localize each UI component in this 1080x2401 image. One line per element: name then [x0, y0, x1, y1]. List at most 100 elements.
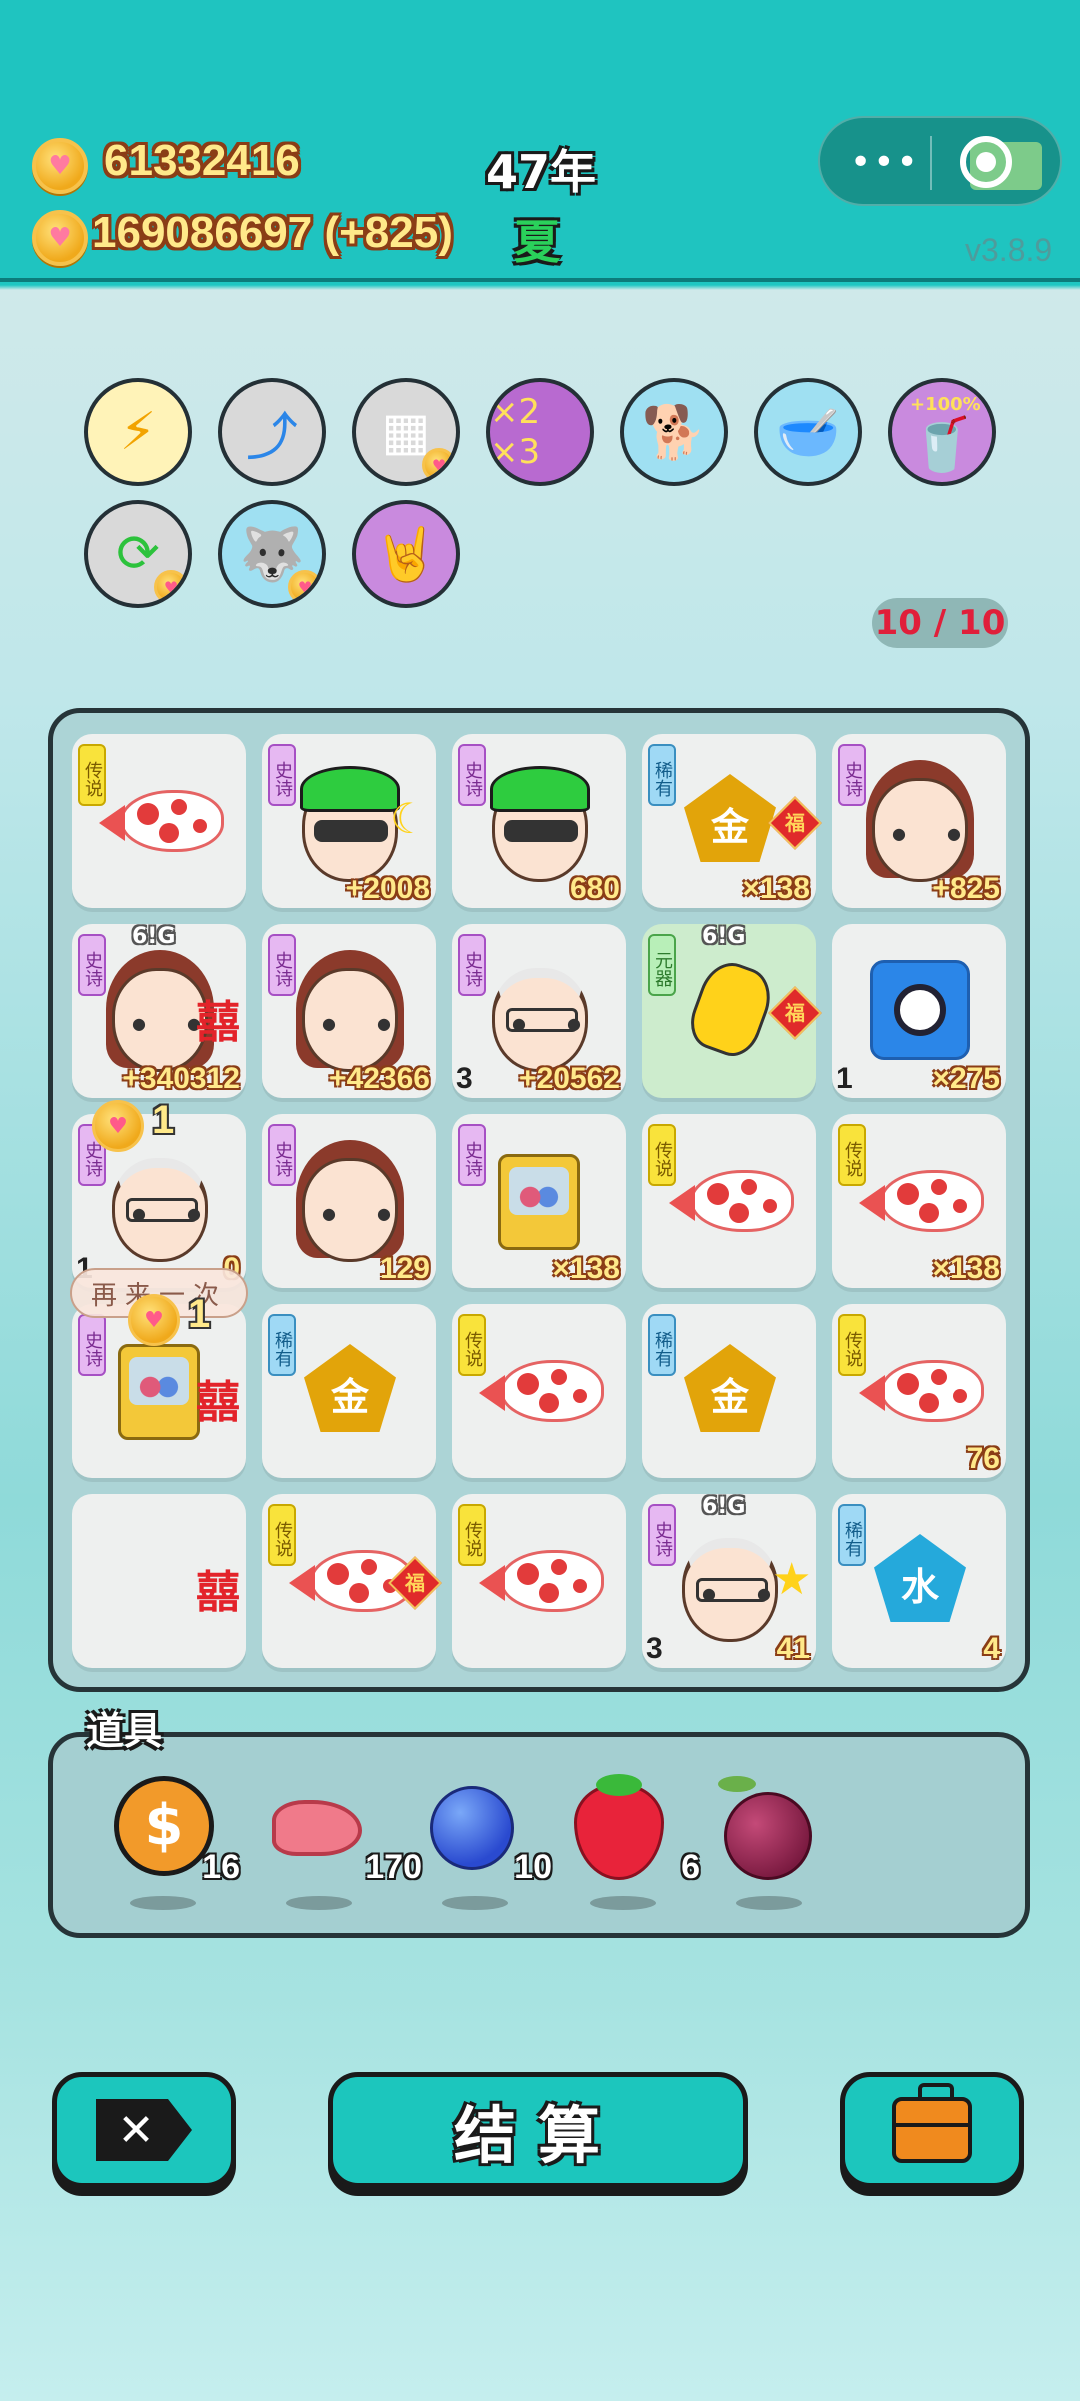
milk-tea-icon: 🥤	[909, 414, 975, 475]
skills-counter: 10 / 10	[872, 598, 1008, 648]
coins-total: 61332416	[104, 136, 300, 185]
grid-cell[interactable]: 传说	[642, 1114, 816, 1288]
cell-value: +340312	[122, 1062, 240, 1095]
six-g-badge: 6!G	[132, 924, 176, 949]
cell-value: +825	[932, 872, 1000, 905]
close-target-icon[interactable]	[960, 136, 1012, 188]
six-g-badge: 6!G	[702, 1494, 746, 1519]
tool-liver[interactable]: 170	[262, 1770, 422, 1910]
milk-tea-skill[interactable]: +100% 🥤	[888, 378, 996, 486]
heart-badge-icon: ♥	[422, 448, 456, 482]
dogfood-skill[interactable]: 🥣	[754, 378, 862, 486]
gacha-machine-icon	[498, 1154, 580, 1250]
fish-spot	[707, 1183, 729, 1205]
upgrade-skill[interactable]: ⤴	[218, 378, 326, 486]
xi-badge: 囍	[196, 1377, 240, 1428]
strawberry-icon	[574, 1784, 664, 1880]
settle-button[interactable]: 结算	[328, 2072, 748, 2188]
cell-value: 76	[966, 1442, 1000, 1475]
gacha-glass	[129, 1357, 189, 1405]
coin-badge-icon: ♥	[128, 1294, 180, 1346]
lightning-skill[interactable]: ⚡	[84, 378, 192, 486]
xi-badge: 囍	[196, 1567, 240, 1618]
fish-spot	[729, 1203, 749, 1223]
rarity-tag: 史诗	[458, 1124, 486, 1186]
heart-badge-icon: ♥	[154, 570, 188, 604]
fu-text: 福	[405, 1571, 425, 1595]
grid-cell[interactable]: 史诗 ×138	[452, 1114, 626, 1288]
tool-shadow	[286, 1896, 352, 1910]
lightning-icon: ⚡	[119, 402, 157, 462]
capsule-divider	[930, 136, 932, 190]
fish-spot	[897, 1183, 919, 1205]
rock-hand-icon: 🤘	[373, 524, 439, 585]
season-label: 夏	[514, 215, 560, 269]
coin-badge-count: 1	[188, 1292, 211, 1336]
liver-icon	[272, 1800, 362, 1856]
green-cap	[300, 766, 400, 812]
tool-shadow	[736, 1896, 802, 1910]
grid-cell[interactable]: 史诗 ● ● 129	[262, 1114, 436, 1288]
gacha-machine-icon	[118, 1344, 200, 1440]
blocks-skill[interactable]: ▦ ♥	[352, 378, 460, 486]
cell-value: ×138	[932, 1252, 1000, 1285]
fish-spot	[919, 1203, 939, 1223]
tool-count: 16	[202, 1848, 240, 1886]
bag-button[interactable]	[840, 2072, 1024, 2188]
fish-spot	[159, 823, 179, 843]
moon-icon: ☾	[390, 794, 428, 843]
cell-value: 41	[776, 1632, 810, 1665]
grid-cell[interactable]: 传说	[72, 734, 246, 908]
more-icon[interactable]: •••	[850, 142, 920, 183]
arrow-up-icon: ⤴	[245, 407, 298, 468]
grid-cell[interactable]: 史诗 680	[452, 734, 626, 908]
pct-label: +100%	[910, 394, 981, 415]
cell-level: 3	[646, 1632, 663, 1665]
cell-value: 129	[379, 1252, 430, 1285]
tool-dollar-coin[interactable]: $ 16	[106, 1770, 240, 1910]
xi-badge: 囍	[196, 997, 240, 1048]
tool-lychee[interactable]	[712, 1770, 832, 1910]
dollar-coin-icon: $	[114, 1776, 214, 1876]
coin-badge-icon: ♥	[92, 1100, 144, 1152]
tool-strawberry[interactable]: 6	[566, 1770, 700, 1910]
cell-value: ×138	[552, 1252, 620, 1285]
six-g-badge: 6!G	[702, 924, 746, 949]
cell-value: ×138	[742, 872, 810, 905]
fish-spot	[193, 819, 207, 833]
briefcase-icon	[892, 2083, 972, 2163]
lychee-icon	[724, 1792, 812, 1880]
cell-value: ×275	[932, 1062, 1000, 1095]
fish-spot	[953, 1199, 967, 1213]
fish-spot	[171, 799, 187, 815]
tools-title: 道具	[86, 1709, 163, 1753]
discard-button[interactable]: ✕	[52, 2072, 236, 2188]
cell-value: 4	[983, 1632, 1000, 1665]
fish-spot	[763, 1199, 777, 1213]
math-skill[interactable]: ×2 ×3	[486, 378, 594, 486]
gacha-glass	[509, 1167, 569, 1215]
tool-shadow	[130, 1896, 196, 1910]
grid-cell[interactable]: 史诗 ● ● +825	[832, 734, 1006, 908]
fish-icon	[859, 1170, 984, 1232]
tool-blueberry[interactable]: 10	[418, 1770, 552, 1910]
fish-icon	[669, 1170, 794, 1232]
year-label: 47年	[486, 145, 597, 199]
heart-badge-icon: ♥	[288, 570, 322, 604]
eyes: ● ●	[322, 1204, 410, 1223]
blocks-icon: ▦	[381, 402, 431, 462]
cell-level: 1	[836, 1062, 853, 1095]
math-man-icon: ×2 ×3	[490, 392, 541, 472]
rock-skill[interactable]: 🤘	[352, 500, 460, 608]
husky-skill[interactable]: 🐺 ♥	[218, 500, 326, 608]
grid-cell[interactable]: 传说 ×138	[832, 1114, 1006, 1288]
rarity-tag: 史诗	[78, 1314, 106, 1376]
settle-label: 结算	[453, 2099, 622, 2172]
fish-spot	[741, 1179, 757, 1195]
tool-count: 10	[514, 1848, 552, 1886]
mini-program-capsule[interactable]: •••	[818, 116, 1062, 206]
dog-skill[interactable]: 🐕	[620, 378, 728, 486]
star-icon: ★	[772, 1554, 812, 1605]
refresh-skill[interactable]: ⟳ ♥	[84, 500, 192, 608]
fish-spot	[137, 803, 159, 825]
